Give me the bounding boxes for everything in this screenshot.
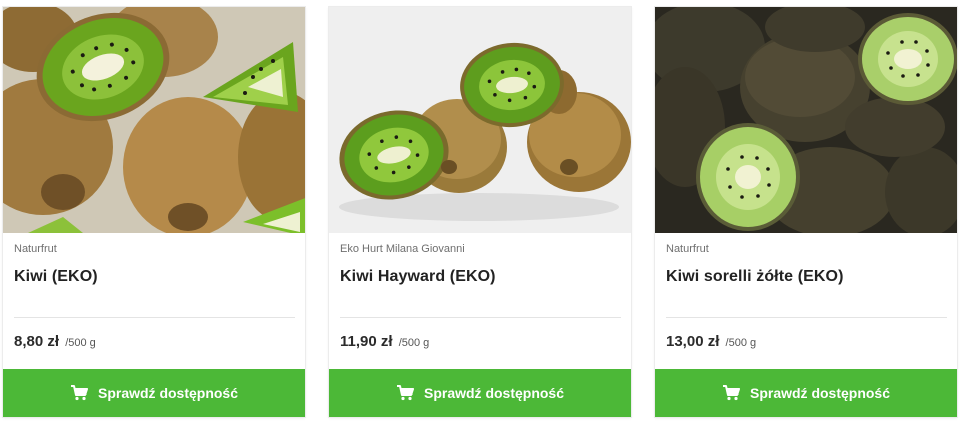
product-image[interactable] [655, 7, 957, 233]
product-image[interactable] [3, 7, 305, 233]
product-card[interactable]: Naturfrut Kiwi (EKO) 8,80 zł /500 g Spra… [3, 7, 305, 417]
product-vendor[interactable]: Eko Hurt Milana Giovanni [340, 243, 465, 255]
product-unit: /500 g [725, 337, 757, 349]
product-card[interactable]: Eko Hurt Milana Giovanni Kiwi Hayward (E… [329, 7, 631, 417]
cart-icon [70, 385, 88, 401]
product-title[interactable]: Kiwi (EKO) [14, 268, 98, 286]
price-row: 11,90 zł /500 g [340, 333, 429, 350]
product-unit: /500 g [65, 337, 96, 349]
product-vendor[interactable]: Naturfrut [14, 243, 57, 255]
product-image[interactable] [329, 7, 631, 233]
button-label: Sprawdź dostępność [423, 385, 565, 401]
check-availability-button[interactable]: Sprawdź dostępność [3, 369, 305, 417]
card-divider [666, 317, 947, 318]
product-grid: Naturfrut Kiwi (EKO) 8,80 zł /500 g Spra… [0, 0, 962, 422]
product-unit: /500 g [398, 337, 430, 349]
button-label: Sprawdź dostępność [97, 385, 239, 401]
card-divider [340, 317, 621, 318]
product-title[interactable]: Kiwi Hayward (EKO) [340, 268, 496, 286]
product-price: 13,00 zł [666, 333, 720, 350]
check-availability-button[interactable]: Sprawdź dostępność [655, 369, 957, 417]
price-row: 13,00 zł /500 g [666, 333, 756, 350]
product-price: 11,90 zł [340, 333, 393, 350]
button-label: Sprawdź dostępność [749, 385, 891, 401]
product-vendor[interactable]: Naturfrut [666, 243, 709, 255]
check-availability-button[interactable]: Sprawdź dostępność [329, 369, 631, 417]
product-card[interactable]: Naturfrut Kiwi sorelli żółte (EKO) 13,00… [655, 7, 957, 417]
cart-icon [722, 385, 740, 401]
cart-icon [396, 385, 414, 401]
card-divider [14, 317, 295, 318]
product-price: 8,80 zł [14, 333, 60, 350]
price-row: 8,80 zł /500 g [14, 333, 96, 350]
product-title[interactable]: Kiwi sorelli żółte (EKO) [666, 268, 844, 286]
